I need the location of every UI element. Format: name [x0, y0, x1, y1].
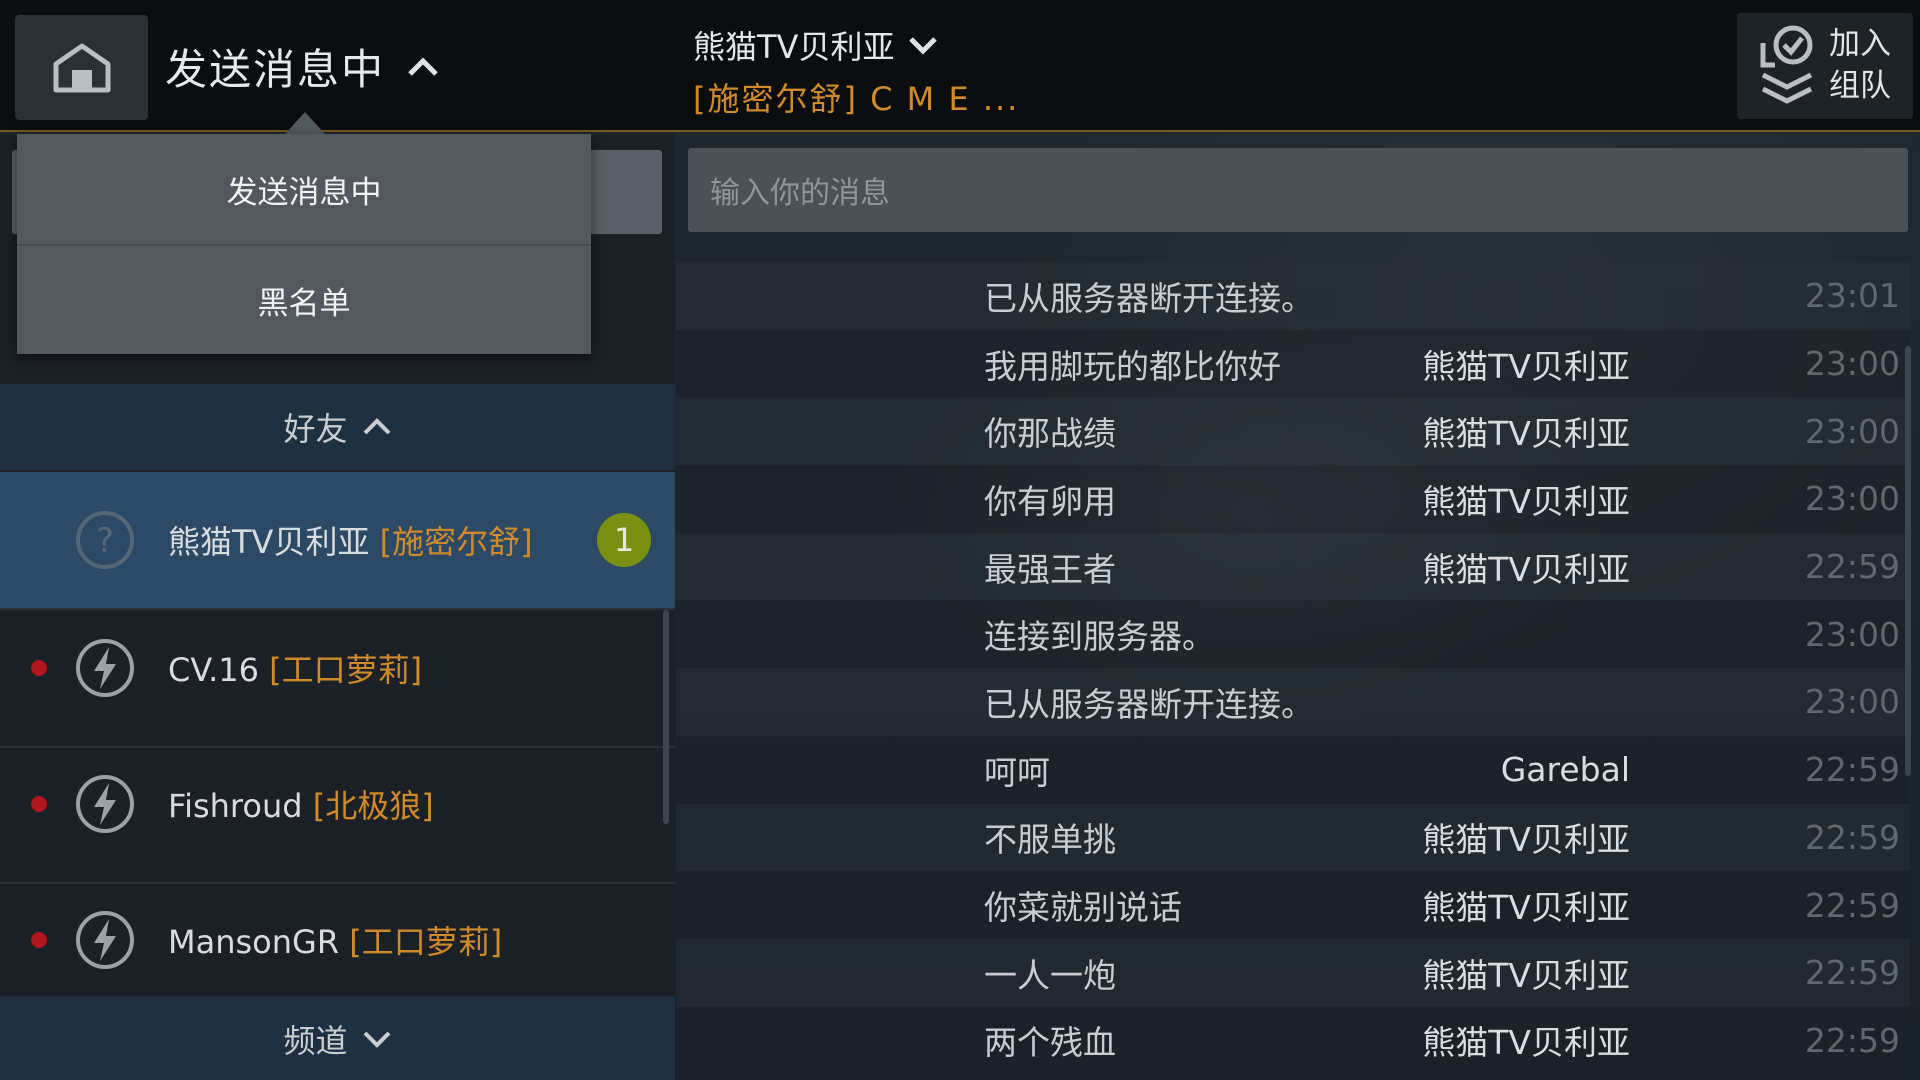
message-time: 23:00: [1804, 411, 1900, 451]
message-text: 你那战绩: [984, 414, 1116, 454]
home-icon: [53, 43, 110, 92]
message-row: 熊猫TV贝利亚 你有卵用 23:00: [676, 465, 1910, 533]
status-dropdown-menu: 发送消息中 黑名单: [17, 134, 591, 354]
dropdown-item-blacklist[interactable]: 黑名单: [17, 244, 591, 354]
message-time: 23:01: [1804, 276, 1900, 316]
chat-target-subtitle: [施密尔舒] C M E ...: [693, 80, 1020, 118]
message-row: 已从服务器断开连接。 23:00: [676, 668, 1910, 736]
message-time: 22:59: [1804, 750, 1900, 790]
message-sender: 熊猫TV贝利亚: [1422, 549, 1630, 589]
message-text: 最强王者: [984, 549, 1116, 589]
message-text: 你有卵用: [984, 481, 1116, 521]
message-input[interactable]: 输入你的消息: [688, 148, 1908, 232]
page-title: 发送消息中: [165, 45, 386, 94]
lightning-icon: [76, 911, 134, 969]
message-text: 你菜就别说话: [984, 888, 1182, 928]
message-text: 两个残血: [984, 1023, 1116, 1063]
friend-row[interactable]: Fishroud [北极狼]: [0, 749, 675, 859]
message-sender: 熊猫TV贝利亚: [1422, 820, 1630, 860]
message-text: 一人一炮: [984, 955, 1116, 995]
friend-row[interactable]: ? 熊猫TV贝利亚 [施密尔舒] 1: [0, 472, 675, 608]
message-list: 已从服务器断开连接。 23:01 熊猫TV贝利亚 我用脚玩的都比你好 23:00…: [676, 262, 1910, 1080]
divider: [0, 608, 675, 610]
chevron-down-icon: [363, 1031, 390, 1048]
message-sender: 熊猫TV贝利亚: [1422, 346, 1630, 386]
channels-section-header[interactable]: 频道: [0, 996, 675, 1080]
message-sender: 熊猫TV贝利亚: [1422, 481, 1630, 521]
chat-target-name: 熊猫TV贝利亚: [693, 28, 895, 66]
message-time: 22:59: [1804, 547, 1900, 587]
message-row: 熊猫TV贝利亚 最强王者 22:59: [676, 532, 1910, 601]
dropdown-item-sending[interactable]: 发送消息中: [17, 134, 591, 244]
message-text: 已从服务器断开连接。: [984, 278, 1314, 318]
message-row: Garebal 呵呵 22:59: [676, 735, 1910, 804]
friends-section-header[interactable]: 好友: [0, 384, 675, 470]
join-team-label: 加入 组队: [1829, 26, 1891, 104]
message-text: 我用脚玩的都比你好: [984, 346, 1281, 386]
friend-name: 熊猫TV贝利亚 [施密尔舒]: [168, 523, 533, 561]
join-team-icon: [1760, 25, 1813, 104]
message-row: 连接到服务器。 23:00: [676, 600, 1910, 669]
message-time: 23:00: [1804, 614, 1900, 654]
friends-scrollbar[interactable]: [663, 610, 669, 824]
message-sender: 熊猫TV贝利亚: [1422, 888, 1630, 928]
message-time: 23:00: [1804, 344, 1900, 384]
divider: [0, 882, 675, 884]
page-title-toggle[interactable]: 发送消息中: [165, 36, 439, 97]
message-row: 熊猫TV贝利亚 你菜就别说话 22:59: [676, 871, 1910, 939]
friend-name: MansonGR [工口萝莉]: [168, 923, 503, 961]
message-sender: Garebal: [1500, 750, 1630, 790]
friend-name: Fishroud [北极狼]: [168, 787, 434, 825]
offline-status-dot: [31, 660, 47, 676]
message-text: 连接到服务器。: [984, 617, 1215, 657]
message-row: 已从服务器断开连接。 23:01: [676, 262, 1910, 330]
message-text: 已从服务器断开连接。: [984, 684, 1314, 724]
message-row: 熊猫TV贝利亚 两个残血 22:59: [676, 1006, 1910, 1075]
message-row: 熊猫TV贝利亚 不服单挑 22:59: [676, 803, 1910, 872]
chevron-up-icon: [363, 418, 390, 435]
offline-status-dot: [31, 796, 47, 812]
message-row: 熊猫TV贝利亚 我用脚玩的都比你好 23:00: [676, 329, 1910, 398]
message-row: 熊猫TV贝利亚 你那战绩 23:00: [676, 397, 1910, 466]
divider: [0, 746, 675, 748]
home-button[interactable]: [15, 15, 148, 120]
svg-text:?: ?: [96, 521, 114, 561]
app-root: 发送消息中 熊猫TV贝利亚 [施密尔舒] C M E ... 加入 组队 好友 …: [0, 0, 1920, 1080]
message-sender: 熊猫TV贝利亚: [1422, 1023, 1630, 1063]
message-text: 呵呵: [984, 752, 1050, 792]
message-time: 22:59: [1804, 1020, 1900, 1060]
offline-status-dot: [31, 932, 47, 948]
message-time: 22:59: [1804, 885, 1900, 925]
message-sender: 熊猫TV贝利亚: [1422, 414, 1630, 454]
message-sender: 熊猫TV贝利亚: [1422, 955, 1630, 995]
friend-name: CV.16 [工口萝莉]: [168, 651, 423, 689]
dropdown-arrow: [285, 112, 325, 134]
friend-row[interactable]: MansonGR [工口萝莉]: [0, 885, 675, 995]
message-time: 23:00: [1804, 479, 1900, 519]
messages-scrollbar[interactable]: [1905, 346, 1911, 776]
message-text: 不服单挑: [984, 820, 1116, 860]
question-icon: ?: [76, 511, 134, 569]
message-time: 22:59: [1804, 817, 1900, 857]
message-time: 22:59: [1804, 953, 1900, 993]
message-time: 23:00: [1804, 682, 1900, 722]
chevron-down-icon: [909, 37, 938, 55]
friend-row[interactable]: CV.16 [工口萝莉]: [0, 613, 675, 723]
chevron-up-icon: [408, 56, 438, 76]
unread-count-badge: 1: [597, 513, 651, 567]
lightning-icon: [76, 639, 134, 697]
message-row: 熊猫TV贝利亚 一人一炮 22:59: [676, 938, 1910, 1007]
lightning-icon: [76, 775, 134, 833]
join-team-button[interactable]: 加入 组队: [1737, 13, 1913, 119]
chat-target[interactable]: 熊猫TV贝利亚 [施密尔舒] C M E ...: [693, 22, 1019, 120]
